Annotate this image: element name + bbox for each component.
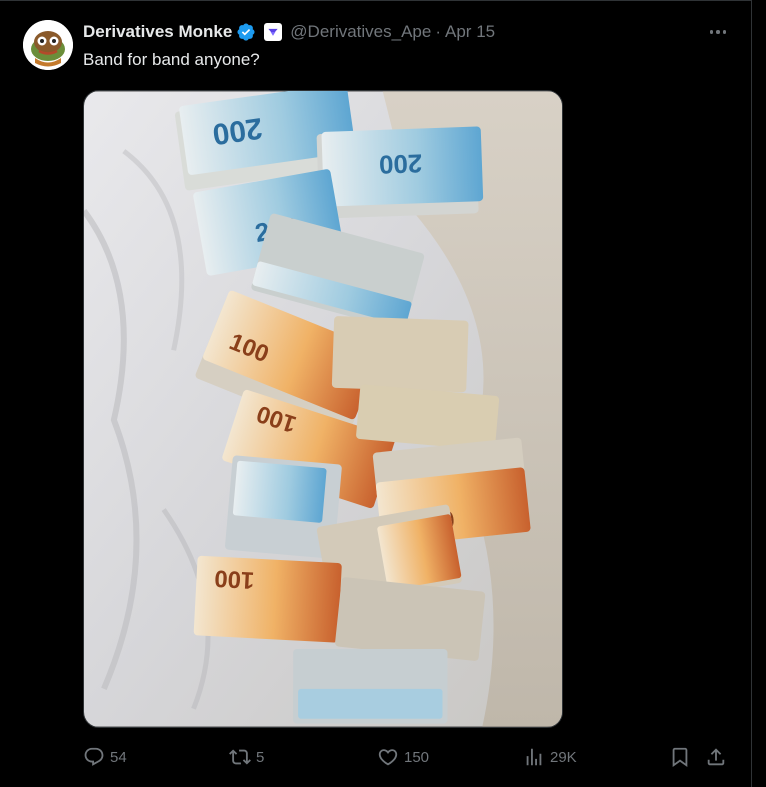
banknote-label: 200 [378, 148, 422, 177]
reply-count: 54 [110, 748, 127, 766]
repost-count: 5 [256, 748, 265, 766]
separator: · [435, 22, 442, 41]
more-icon[interactable] [706, 24, 730, 40]
post-header: Derivatives Monke @Derivatives_Ape · Apr… [83, 20, 495, 44]
post-text: Band for band anyone? [83, 50, 260, 69]
repost-icon [229, 749, 251, 765]
verified-badge-icon [236, 22, 256, 42]
post-date[interactable]: Apr 15 [445, 22, 495, 42]
like-icon [378, 749, 398, 766]
views-icon [526, 748, 542, 766]
reply-button[interactable]: 54 [83, 742, 127, 772]
affiliate-badge-icon[interactable] [264, 23, 283, 41]
post-container: Derivatives Monke @Derivatives_Ape · Apr… [0, 0, 752, 787]
action-bar: 54 5 150 29K [83, 742, 733, 772]
bookmark-icon [672, 747, 688, 768]
repost-button[interactable]: 5 [229, 742, 264, 772]
avatar-image [23, 20, 73, 70]
banknote-label: 100 [214, 564, 255, 593]
bookmark-button[interactable] [669, 742, 691, 772]
avatar[interactable] [23, 20, 73, 70]
like-count: 150 [404, 748, 430, 766]
divider [0, 0, 752, 1]
author-handle[interactable]: @Derivatives_Ape [290, 22, 431, 42]
views-button[interactable]: 29K [523, 742, 577, 772]
share-button[interactable] [705, 742, 727, 772]
share-icon [707, 748, 725, 766]
author-name[interactable]: Derivatives Monke [83, 22, 232, 42]
view-count: 29K [550, 748, 577, 766]
banknotes-photo: 200 200 200 100 [84, 91, 562, 727]
post-image[interactable]: 200 200 200 100 [83, 90, 563, 728]
like-button[interactable]: 150 [377, 742, 429, 772]
banknote-label: 200 [210, 111, 264, 151]
reply-icon [84, 747, 104, 766]
